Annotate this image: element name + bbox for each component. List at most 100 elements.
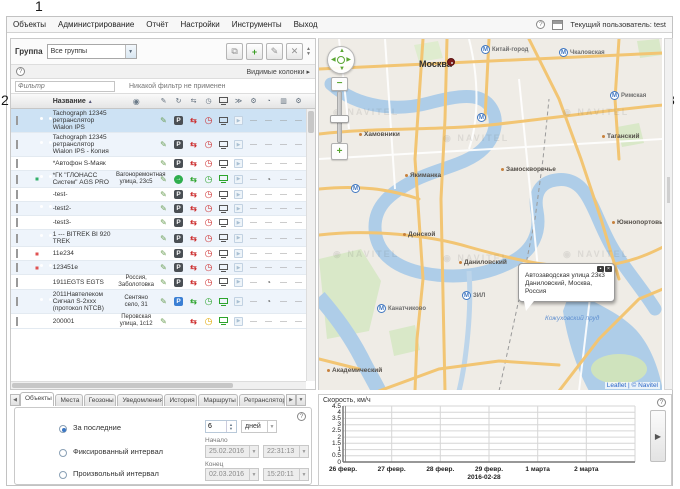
edit-icon[interactable]: ✎ bbox=[160, 263, 167, 272]
radio-custom-interval[interactable] bbox=[59, 471, 67, 479]
edit-column-header[interactable]: ✎ bbox=[156, 97, 171, 105]
panel-splitter[interactable] bbox=[664, 38, 673, 390]
map-pan-control[interactable]: ▲ ▼ ◀ ▶ bbox=[327, 46, 355, 74]
tab-Маршруты[interactable]: Маршруты bbox=[198, 394, 238, 406]
last-value-input[interactable] bbox=[206, 423, 226, 430]
quick-track-column-header[interactable]: ≫ bbox=[231, 97, 246, 105]
unit-row[interactable]: 11e234✎P⇆◷▶———— bbox=[11, 247, 306, 261]
quick-track-icon[interactable]: ▶ bbox=[234, 175, 243, 184]
unit-checkbox[interactable] bbox=[16, 204, 18, 213]
unit-checkbox[interactable] bbox=[16, 175, 18, 184]
tab-Объекты[interactable]: Объекты bbox=[20, 392, 54, 406]
unit-checkbox[interactable] bbox=[16, 317, 18, 326]
quick-track-icon[interactable]: ▶ bbox=[234, 218, 243, 227]
tab-Геозоны[interactable]: Геозоны bbox=[84, 394, 117, 406]
group-select[interactable]: Все группы ▼ bbox=[47, 44, 137, 59]
start-time-field[interactable]: 22:31:13 ▼ bbox=[263, 445, 309, 458]
tab-История[interactable]: История bbox=[164, 394, 197, 406]
unit-row[interactable]: 2011Навтелеком Сигнал S-2xxx (протокол N… bbox=[11, 290, 306, 314]
edit-icon[interactable]: ✎ bbox=[160, 204, 167, 213]
edit-icon[interactable]: ✎ bbox=[160, 278, 167, 287]
pan-left-icon[interactable]: ◀ bbox=[331, 57, 336, 63]
quick-track-icon[interactable]: ▶ bbox=[234, 278, 243, 287]
name-column-header[interactable]: Название ▲ bbox=[51, 98, 117, 105]
vertical-scrollbar[interactable] bbox=[306, 109, 315, 381]
chart-play-button[interactable]: ▶ bbox=[650, 410, 666, 462]
unit-row[interactable]: *Автофон S-Маяк✎P⇆◷▶———— bbox=[11, 157, 306, 171]
edit-icon[interactable]: ✎ bbox=[160, 218, 167, 227]
chevron-down-icon[interactable]: ▼ bbox=[267, 421, 276, 432]
help-icon[interactable]: ? bbox=[16, 67, 25, 76]
driver-column-header[interactable]: ⚙ bbox=[291, 97, 306, 105]
connection-state-column-header[interactable] bbox=[216, 97, 231, 105]
menu-item-objects[interactable]: Объекты bbox=[7, 20, 52, 29]
unit-row[interactable]: *ГК "ГЛОНАСС Систем" AGS PROВагоноремонт… bbox=[11, 171, 306, 188]
commands-column-header[interactable]: ⚙ bbox=[246, 97, 261, 105]
edit-icon[interactable]: ✎ bbox=[160, 234, 167, 243]
menu-item-settings[interactable]: Настройки bbox=[174, 20, 225, 29]
unit-checkbox[interactable] bbox=[16, 190, 18, 199]
delete-group-button[interactable]: ✕ bbox=[286, 43, 303, 60]
menu-item-administration[interactable]: Администрирование bbox=[52, 20, 140, 29]
last-unit-select[interactable]: дней ▼ bbox=[241, 420, 277, 433]
quick-track-icon[interactable]: ▶ bbox=[234, 317, 243, 326]
radio-fixed-interval[interactable] bbox=[59, 449, 67, 457]
pan-center-icon[interactable] bbox=[337, 56, 345, 64]
messages-column-header[interactable]: ⇆ bbox=[186, 97, 201, 105]
unit-row[interactable]: Tachograph 12345 ретранслятор Wialon IPS… bbox=[11, 133, 306, 157]
quick-track-icon[interactable]: ▶ bbox=[234, 234, 243, 243]
group-toolbar-scroll[interactable]: ▲▼ bbox=[306, 47, 311, 57]
popup-pin-icon[interactable]: ▪ bbox=[597, 266, 604, 272]
quick-track-icon[interactable]: ▶ bbox=[234, 249, 243, 258]
end-date-field[interactable]: 02.03.2016 ▼ bbox=[205, 468, 259, 481]
popup-close-icon[interactable]: × bbox=[605, 266, 612, 272]
map-attribution[interactable]: Leaflet | © Navitel bbox=[605, 382, 660, 389]
location-column-header[interactable]: ◉ bbox=[116, 97, 156, 106]
menu-item-tools[interactable]: Инструменты bbox=[226, 20, 288, 29]
unit-row[interactable]: 200001Перовская улица, 1с12✎⇆◷▶———— bbox=[11, 314, 306, 329]
pan-down-icon[interactable]: ▼ bbox=[339, 66, 345, 72]
unit-row[interactable]: -test-✎P⇆◷▶———— bbox=[11, 188, 306, 202]
unit-checkbox[interactable] bbox=[16, 234, 18, 243]
edit-icon[interactable]: ✎ bbox=[160, 249, 167, 258]
calendar-icon[interactable] bbox=[552, 20, 563, 30]
unit-row[interactable]: -test2-✎P⇆◷▶———— bbox=[11, 202, 306, 216]
quick-track-icon[interactable]: ▶ bbox=[234, 190, 243, 199]
unit-checkbox[interactable] bbox=[16, 297, 18, 306]
sensors-column-header[interactable]: ◔ bbox=[261, 98, 276, 105]
horizontal-scrollbar-thumb[interactable] bbox=[12, 383, 233, 388]
tab-Уведомления[interactable]: Уведомления bbox=[117, 394, 163, 406]
edit-icon[interactable]: ✎ bbox=[160, 116, 167, 125]
quick-track-icon[interactable]: ▶ bbox=[234, 297, 243, 306]
motion-state-column-header[interactable]: ↻ bbox=[171, 97, 186, 105]
unit-checkbox[interactable] bbox=[16, 249, 18, 258]
unit-row[interactable]: 1911EGTS EGTSРоссия, Заболотовка✎P⇆◷▶—◔—… bbox=[11, 275, 306, 290]
tabs-scroll-left-icon[interactable]: ◀ bbox=[10, 394, 20, 406]
last-value-stepper[interactable]: ▲▼ bbox=[205, 420, 237, 433]
fuel-column-header[interactable]: ▥ bbox=[276, 97, 291, 105]
unit-row[interactable]: Tachograph 12345 ретранслятор Wialon IPS… bbox=[11, 109, 306, 133]
unit-checkbox[interactable] bbox=[16, 263, 18, 272]
unit-checkbox[interactable] bbox=[16, 218, 18, 227]
add-group-button[interactable]: + bbox=[246, 43, 263, 60]
pan-up-icon[interactable]: ▲ bbox=[339, 48, 345, 54]
last-message-interval-column-header[interactable]: ◷ bbox=[201, 97, 216, 105]
quick-track-icon[interactable]: ▶ bbox=[234, 116, 243, 125]
unit-checkbox[interactable] bbox=[16, 159, 18, 168]
edit-icon[interactable]: ✎ bbox=[160, 159, 167, 168]
pan-right-icon[interactable]: ▶ bbox=[346, 57, 351, 63]
zoom-out-button[interactable]: − bbox=[331, 77, 348, 91]
start-date-field[interactable]: 25.02.2016 ▼ bbox=[205, 445, 259, 458]
filter-input[interactable] bbox=[15, 81, 115, 92]
unit-checkbox[interactable] bbox=[16, 278, 18, 287]
map-canvas[interactable]: ◉ NAVITEL ◉ NAVITEL ◉ NAVITEL ◉ NAVITEL … bbox=[318, 38, 662, 390]
menu-item-report[interactable]: Отчёт bbox=[140, 20, 174, 29]
end-time-field[interactable]: 15:20:11 ▼ bbox=[263, 468, 309, 481]
unit-row[interactable]: -test3-✎P⇆◷▶———— bbox=[11, 216, 306, 230]
edit-icon[interactable]: ✎ bbox=[160, 190, 167, 199]
zoom-in-button[interactable]: + bbox=[331, 143, 348, 160]
vertical-scrollbar-thumb[interactable] bbox=[308, 111, 314, 133]
quick-track-icon[interactable]: ▶ bbox=[234, 159, 243, 168]
radio-last-period[interactable] bbox=[59, 425, 67, 433]
help-icon[interactable]: ? bbox=[297, 412, 306, 421]
